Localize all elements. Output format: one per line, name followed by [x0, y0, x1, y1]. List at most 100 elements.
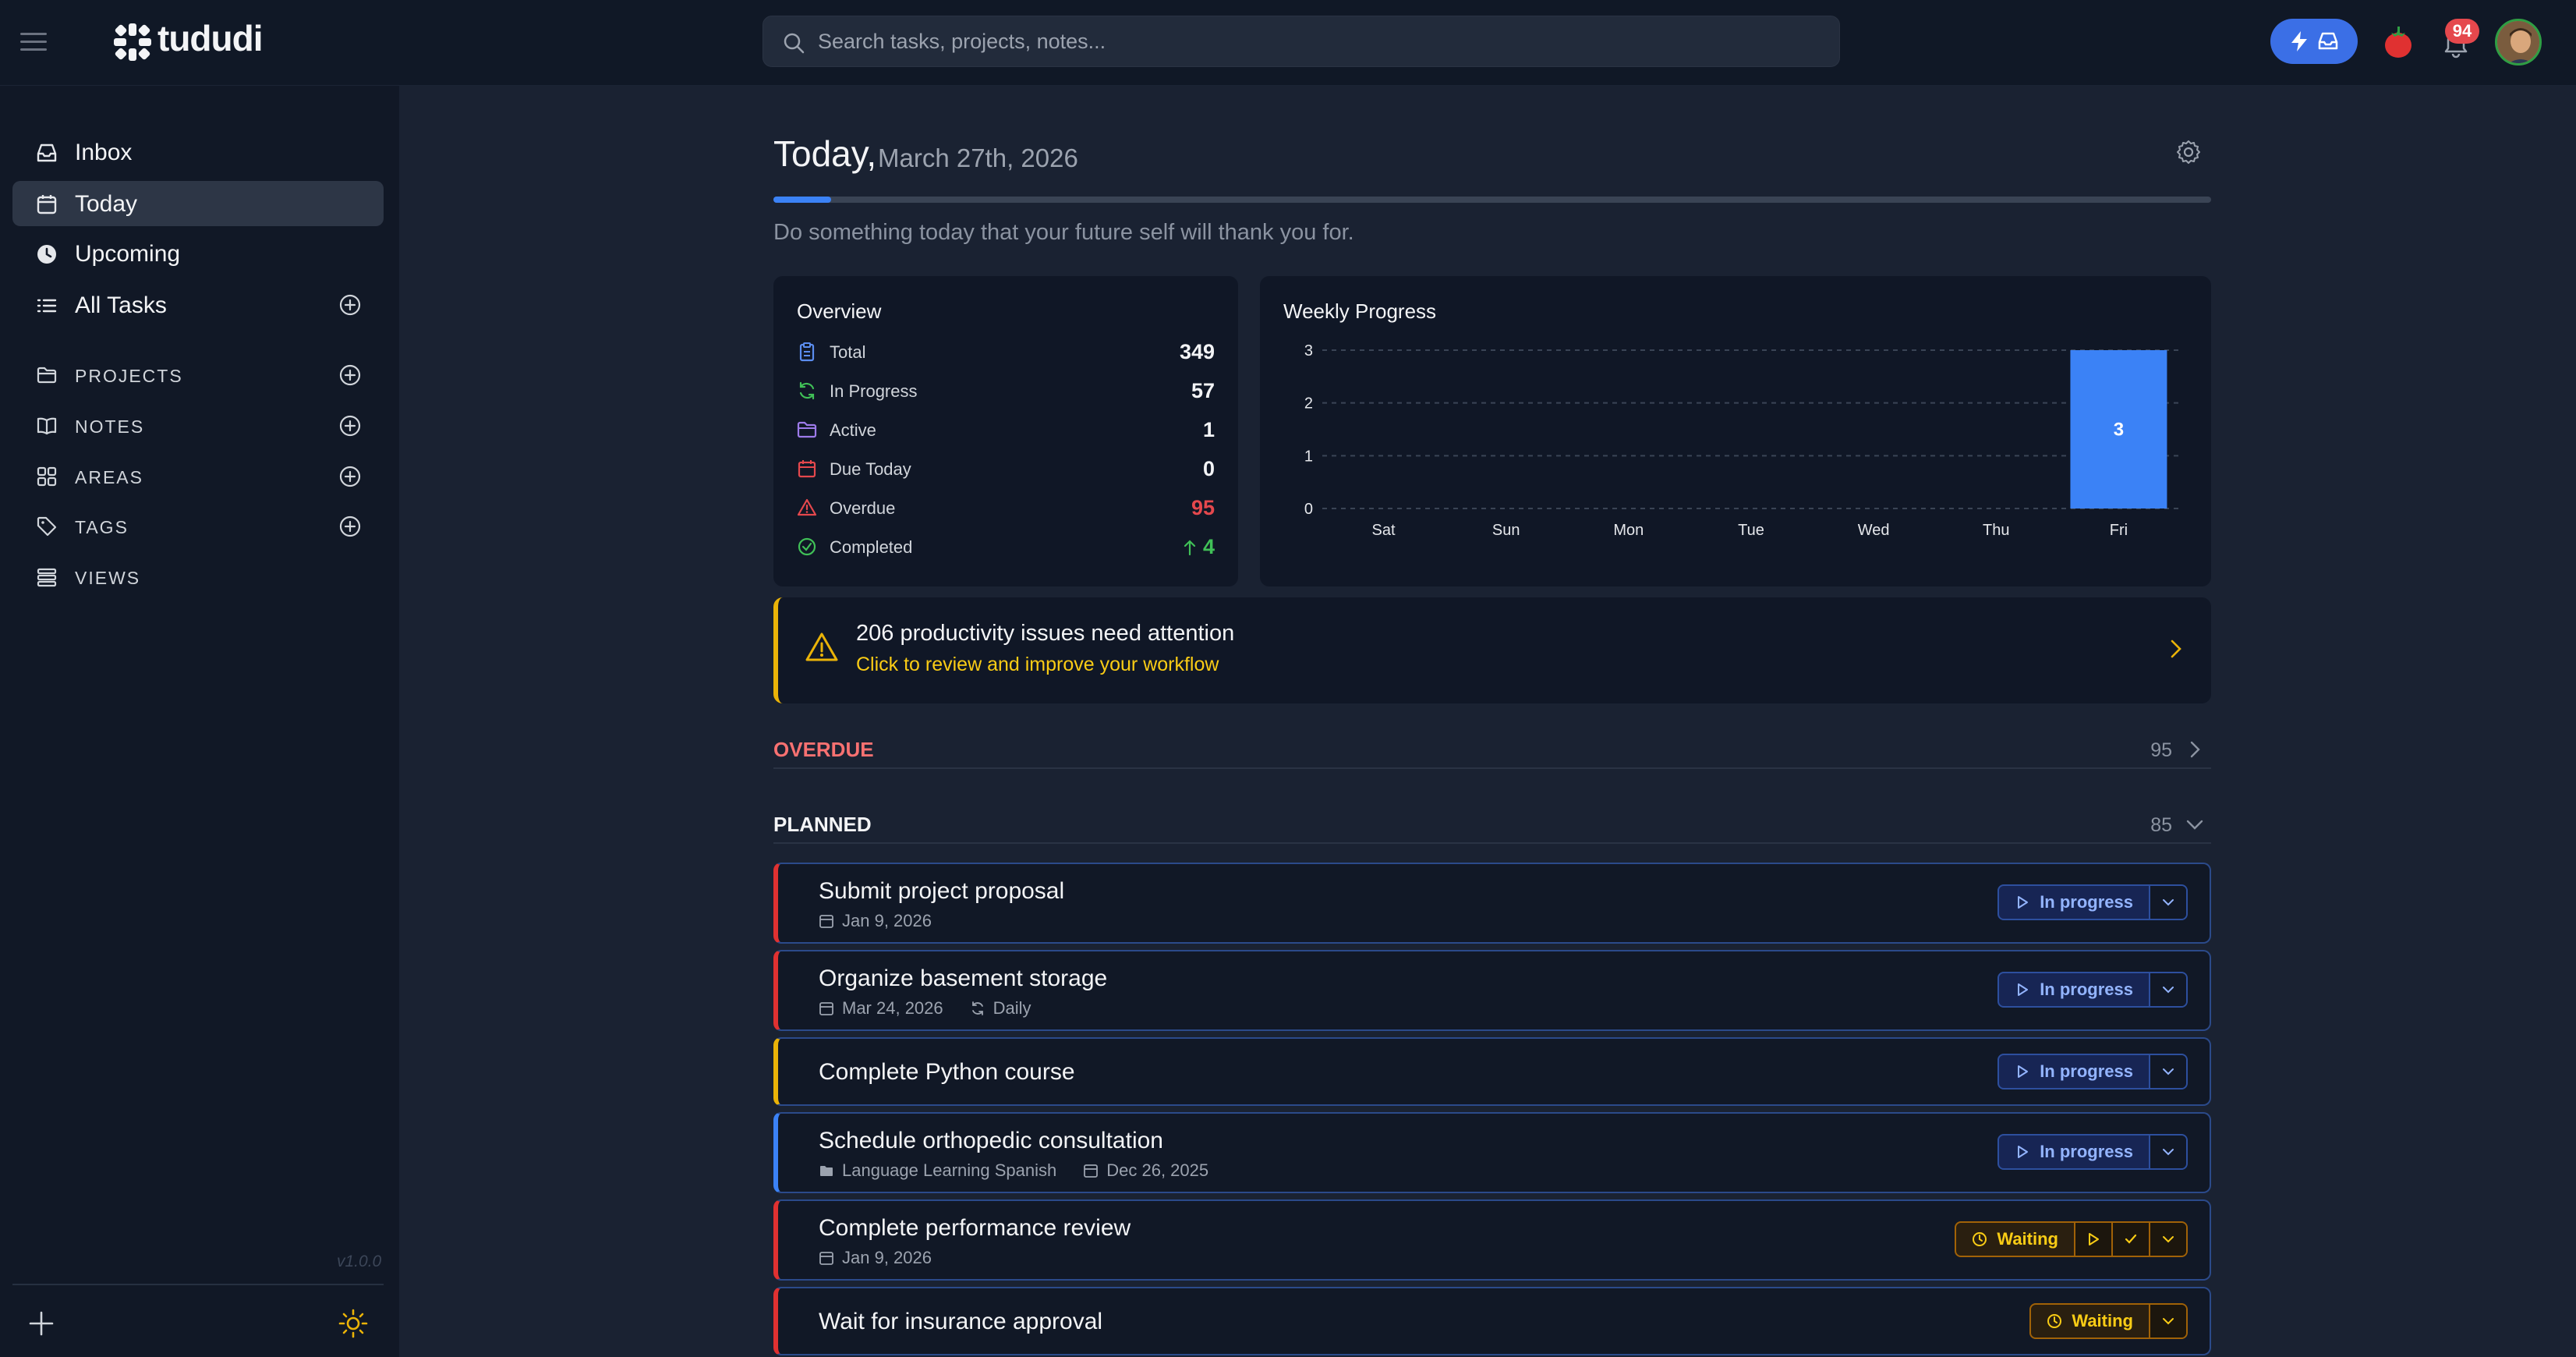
status-button[interactable]: In progress: [1999, 1055, 2149, 1088]
overview-value: 0: [1202, 457, 1215, 480]
task-due-date: Mar 24, 2026: [842, 998, 943, 1018]
task-status-control[interactable]: In progress: [1997, 972, 2188, 1008]
overview-label: Overdue: [830, 498, 896, 518]
task-row[interactable]: Schedule orthopedic consultation Languag…: [773, 1112, 2211, 1193]
sidebar-section-projects[interactable]: PROJECTS: [12, 356, 384, 395]
arrow-up-icon: [1184, 539, 1196, 555]
settings-gear-icon[interactable]: [2175, 139, 2202, 165]
search-icon: [784, 33, 805, 54]
task-due-date: Jan 9, 2026: [842, 1248, 932, 1267]
chart-x-tick-label: Tue: [1738, 522, 1764, 539]
task-title: Complete Python course: [819, 1059, 1075, 1085]
quick-capture-button[interactable]: [2270, 19, 2358, 64]
check-circle-icon: [798, 537, 816, 556]
task-row[interactable]: Complete Python course In progress: [773, 1037, 2211, 1106]
overview-label: Due Today: [830, 459, 911, 479]
overview-value: 95: [1191, 496, 1215, 519]
overdue-group-header[interactable]: OVERDUE 95: [773, 735, 2211, 769]
add-tag-icon[interactable]: [338, 515, 362, 538]
overview-row-active[interactable]: Active 1: [797, 413, 1215, 445]
status-dropdown-button[interactable]: [2149, 1305, 2186, 1338]
chart-x-tick-label: Thu: [1983, 522, 2009, 539]
task-status-control[interactable]: In progress: [1997, 1054, 2188, 1089]
overview-row-completed[interactable]: Completed 4: [797, 530, 1215, 562]
logo-icon[interactable]: [112, 22, 153, 62]
chart-x-tick-label: Mon: [1613, 522, 1644, 539]
weekly-progress-card: Weekly Progress 0 1 2 3 Sat Sun Mon Tue Wed Thu 3 F…: [1260, 276, 2211, 586]
task-status-control[interactable]: In progress: [1997, 1134, 2188, 1170]
task-due-date: Jan 9, 2026: [842, 911, 932, 930]
status-dropdown-button[interactable]: [2149, 886, 2186, 919]
chart-x-tick-label: Sat: [1372, 522, 1396, 539]
sidebar-section-views[interactable]: VIEWS: [12, 558, 384, 597]
plus-icon[interactable]: [28, 1310, 55, 1337]
status-dropdown-button[interactable]: [2149, 1223, 2186, 1256]
add-project-icon[interactable]: [338, 363, 362, 387]
task-row[interactable]: Organize basement storage Mar 24, 2026 D…: [773, 950, 2211, 1031]
status-button[interactable]: Waiting: [2031, 1305, 2149, 1338]
chevron-down-icon: [2163, 1318, 2174, 1325]
hamburger-menu-icon[interactable]: [19, 28, 50, 56]
task-status-control[interactable]: Waiting: [2029, 1303, 2188, 1339]
pomodoro-timer-icon[interactable]: [2383, 25, 2414, 59]
completed-count: 4: [1202, 535, 1215, 558]
sidebar-item-label: Inbox: [75, 140, 133, 165]
sidebar-section-label: PROJECTS: [75, 366, 183, 386]
add-area-icon[interactable]: [338, 465, 362, 488]
clock-icon: [1973, 1232, 1987, 1246]
sidebar-section-areas[interactable]: AREAS: [12, 457, 384, 496]
status-button[interactable]: Waiting: [1956, 1223, 2074, 1256]
sidebar-item-all-tasks[interactable]: All Tasks: [12, 282, 384, 328]
chevron-right-icon: [2190, 741, 2200, 758]
planned-group-header[interactable]: PLANNED 85: [773, 810, 2211, 844]
calendar-icon: [37, 195, 57, 214]
sidebar-section-label: VIEWS: [75, 568, 141, 588]
task-meta: Mar 24, 2026 Daily: [819, 998, 1031, 1019]
task-status-control[interactable]: Waiting: [1955, 1221, 2188, 1257]
sidebar-item-inbox[interactable]: Inbox: [12, 129, 384, 175]
task-meta: Jan 9, 2026: [819, 1248, 932, 1268]
chart-x-tick-label: Sun: [1492, 522, 1520, 539]
group-label: PLANNED: [773, 813, 872, 836]
task-status-control[interactable]: In progress: [1997, 884, 2188, 920]
sun-icon[interactable]: [338, 1309, 368, 1338]
add-note-icon[interactable]: [338, 414, 362, 438]
status-button[interactable]: In progress: [1999, 886, 2149, 919]
task-row[interactable]: Wait for insurance approval Waiting: [773, 1287, 2211, 1355]
search-box[interactable]: [763, 16, 1840, 67]
inbox-icon: [2318, 32, 2338, 50]
overview-row-due-today[interactable]: Due Today 0: [797, 452, 1215, 484]
complete-task-button[interactable]: [2111, 1223, 2149, 1256]
productivity-alert-banner[interactable]: 206 productivity issues need attention C…: [773, 597, 2211, 703]
sidebar: Inbox Today Upcoming All Tasks PROJECTS …: [0, 86, 399, 1357]
status-button[interactable]: In progress: [1999, 973, 2149, 1006]
task-row[interactable]: Submit project proposal Jan 9, 2026 In p…: [773, 863, 2211, 944]
chevron-down-icon: [2163, 987, 2174, 994]
sidebar-section-tags[interactable]: TAGS: [12, 507, 384, 546]
status-dropdown-button[interactable]: [2149, 973, 2186, 1006]
task-project[interactable]: Language Learning Spanish: [842, 1160, 1056, 1181]
task-row[interactable]: Complete performance review Jan 9, 2026 …: [773, 1199, 2211, 1281]
sidebar-item-today[interactable]: Today: [12, 181, 384, 226]
overview-row-in-progress[interactable]: In Progress 57: [797, 374, 1215, 406]
clock-icon: [37, 245, 56, 264]
overview-row-overdue[interactable]: Overdue 95: [797, 491, 1215, 523]
overview-card: Overview Total 349 In Progress 57 Active…: [773, 276, 1238, 586]
app-name[interactable]: tududi: [157, 17, 263, 59]
add-task-icon[interactable]: [338, 293, 362, 317]
start-task-button[interactable]: [2074, 1223, 2111, 1256]
sidebar-item-upcoming[interactable]: Upcoming: [12, 231, 384, 276]
overview-row-total[interactable]: Total 349: [797, 335, 1215, 367]
refresh-icon: [799, 381, 815, 400]
warning-icon: [797, 498, 817, 516]
search-input[interactable]: [818, 16, 1816, 66]
status-button[interactable]: In progress: [1999, 1136, 2149, 1168]
status-dropdown-button[interactable]: [2149, 1136, 2186, 1168]
status-dropdown-button[interactable]: [2149, 1055, 2186, 1088]
sidebar-section-notes[interactable]: NOTES: [12, 406, 384, 445]
inbox-icon: [37, 143, 57, 162]
user-avatar[interactable]: [2495, 19, 2542, 66]
calendar-icon: [819, 1002, 833, 1015]
task-title: Schedule orthopedic consultation: [819, 1128, 1163, 1153]
folder-icon: [37, 367, 57, 384]
